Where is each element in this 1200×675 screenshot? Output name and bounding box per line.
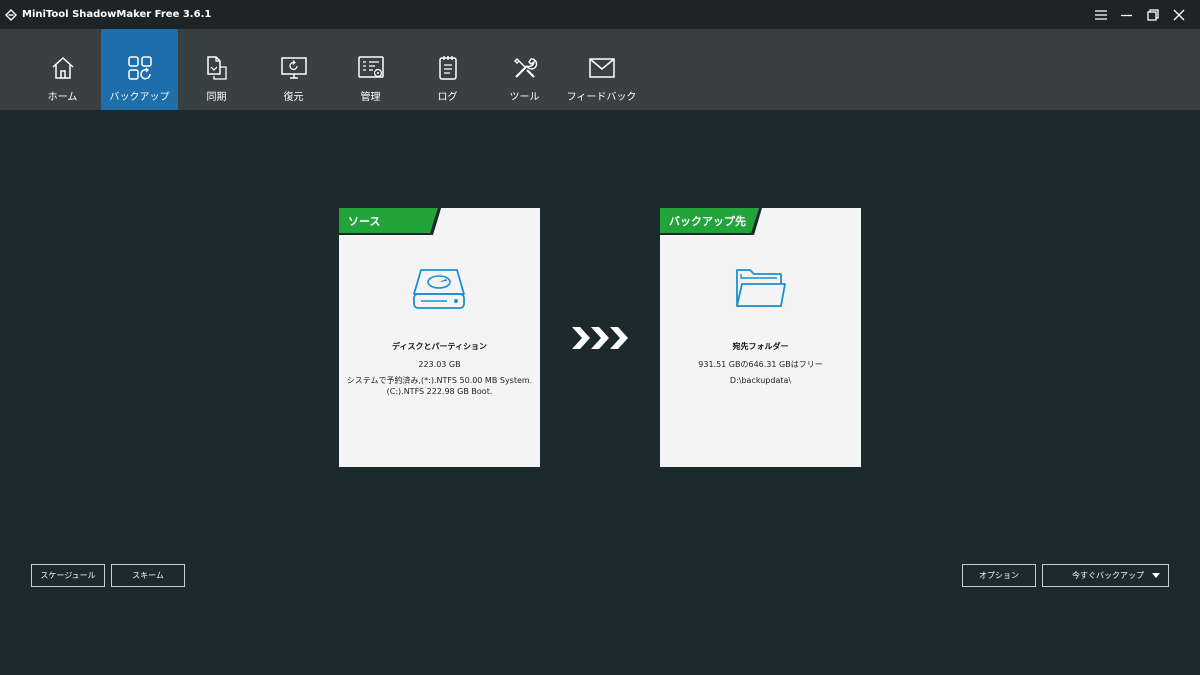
destination-card[interactable]: バックアップ先 宛先フォルダー 931.51 GBの646.31 GBはフリー … bbox=[660, 208, 861, 467]
nav-label: ログ bbox=[437, 92, 458, 103]
nav-label: バックアップ bbox=[109, 92, 170, 103]
backup-now-button[interactable]: 今すぐバックアップ bbox=[1042, 564, 1169, 587]
window-controls bbox=[1088, 0, 1192, 29]
source-card[interactable]: ソース ディスクとパーティション 223.03 GB システムで予約済み,(*:… bbox=[339, 208, 540, 467]
nav-manage[interactable]: 管理 bbox=[332, 29, 409, 110]
nav-label: 復元 bbox=[283, 92, 304, 103]
nav-log[interactable]: ログ bbox=[409, 29, 486, 110]
nav-label: ホーム bbox=[47, 92, 78, 103]
destination-name: 宛先フォルダー bbox=[732, 342, 789, 351]
schedule-button[interactable]: スケージュール bbox=[31, 564, 105, 587]
log-icon bbox=[435, 55, 461, 81]
source-name: ディスクとパーティション bbox=[392, 342, 487, 351]
source-detail-1: システムで予約済み,(*:).NTFS 50.00 MB System. bbox=[346, 376, 533, 385]
nav-tools[interactable]: ツール bbox=[486, 29, 563, 110]
backup-now-label: 今すぐバックアップ bbox=[1072, 571, 1144, 580]
restore-monitor-icon bbox=[280, 55, 307, 81]
feedback-mail-icon bbox=[588, 55, 615, 81]
menu-icon[interactable] bbox=[1088, 0, 1114, 29]
scheme-button[interactable]: スキーム bbox=[111, 564, 185, 587]
nav-sync[interactable]: 同期 bbox=[178, 29, 255, 110]
app-title: MiniTool ShadowMaker Free 3.6.1 bbox=[22, 9, 212, 20]
home-icon bbox=[50, 55, 76, 81]
source-tab-label: ソース bbox=[348, 215, 381, 228]
hard-disk-icon bbox=[411, 264, 467, 312]
nav-restore[interactable]: 復元 bbox=[255, 29, 332, 110]
manage-icon bbox=[357, 55, 384, 81]
source-size: 223.03 GB bbox=[418, 360, 461, 369]
options-button[interactable]: オプション bbox=[962, 564, 1036, 587]
restore-icon[interactable] bbox=[1140, 0, 1166, 29]
main-nav: ホーム バックアップ 同期 復元 管理 ログ ツール フィードバック bbox=[0, 29, 1200, 110]
title-bar: MiniTool ShadowMaker Free 3.6.1 bbox=[0, 0, 1200, 29]
destination-tab-label: バックアップ先 bbox=[669, 215, 746, 228]
nav-label: ツール bbox=[509, 92, 540, 103]
tools-icon bbox=[512, 55, 538, 81]
nav-home[interactable]: ホーム bbox=[24, 29, 101, 110]
backup-icon bbox=[127, 55, 153, 81]
source-detail-2: (C:).NTFS 222.98 GB Boot. bbox=[386, 387, 493, 396]
minimize-icon[interactable] bbox=[1114, 0, 1140, 29]
close-icon[interactable] bbox=[1166, 0, 1192, 29]
direction-arrows-icon bbox=[572, 327, 628, 349]
sync-icon bbox=[204, 55, 230, 81]
nav-label: 同期 bbox=[206, 92, 227, 103]
folder-icon bbox=[732, 264, 788, 312]
destination-path: D:\backupdata\ bbox=[729, 376, 792, 385]
nav-feedback[interactable]: フィードバック bbox=[563, 29, 640, 110]
nav-backup[interactable]: バックアップ bbox=[101, 29, 178, 110]
destination-capacity: 931.51 GBの646.31 GBはフリー bbox=[698, 360, 823, 369]
app-logo-icon bbox=[4, 8, 18, 22]
nav-label: 管理 bbox=[360, 92, 381, 103]
nav-label: フィードバック bbox=[566, 92, 637, 103]
chevron-down-icon[interactable] bbox=[1152, 573, 1160, 578]
